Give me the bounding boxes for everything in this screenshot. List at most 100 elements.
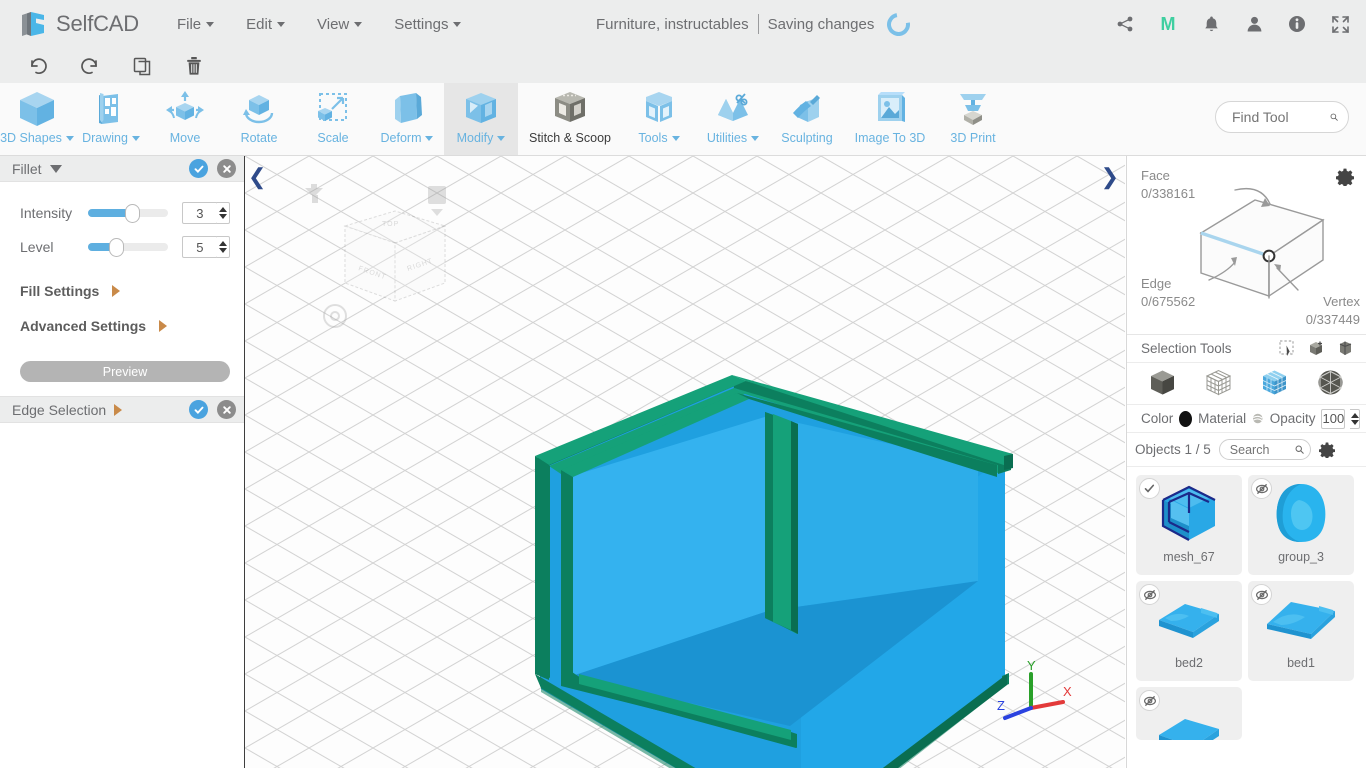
object-name: mesh_67	[1163, 550, 1215, 564]
multi-select-icon[interactable]	[1337, 340, 1354, 357]
3d-viewport[interactable]: TOP FRONT RIGHT ❮ ❯ Y X Z	[245, 156, 1125, 768]
find-tool-input[interactable]	[1232, 109, 1324, 125]
add-select-icon[interactable]	[1308, 340, 1325, 357]
visibility-toggle-hidden-icon[interactable]	[1139, 690, 1160, 711]
copy-button[interactable]	[116, 49, 168, 83]
edge-cancel-button[interactable]	[217, 400, 236, 419]
edge-counter: Edge 0/675562	[1141, 275, 1195, 311]
tool-deform[interactable]: Deform	[370, 83, 444, 155]
chevron-down-icon[interactable]	[49, 164, 62, 173]
opacity-stepper[interactable]	[1350, 408, 1360, 429]
mailchimp-m-icon[interactable]: M	[1158, 13, 1178, 35]
tool-label: 3D Print	[950, 131, 996, 145]
right-panel: Face 0/338161 Edge 0/675562 Vertex 0/337…	[1126, 156, 1366, 768]
tool-rotate[interactable]: Rotate	[222, 83, 296, 155]
rect-select-icon[interactable]	[1279, 340, 1296, 357]
advanced-settings-section[interactable]: Advanced Settings	[20, 318, 230, 334]
vertex-value: 0/337449	[1305, 312, 1360, 327]
object-card-bed2[interactable]: bed2	[1136, 581, 1242, 681]
tool-label: Sculpting	[781, 131, 833, 145]
intensity-stepper[interactable]	[216, 202, 231, 224]
user-icon[interactable]	[1244, 13, 1264, 35]
menu-settings[interactable]: Settings	[380, 10, 475, 39]
color-swatch[interactable]	[1179, 410, 1193, 427]
tool-label: Stitch & Scoop	[529, 131, 611, 145]
opacity-value[interactable]: 100	[1321, 408, 1346, 429]
panel-title: Fillet	[12, 160, 42, 177]
tool-drawing[interactable]: Drawing	[74, 83, 148, 155]
edge-confirm-button[interactable]	[189, 400, 208, 419]
fillet-panel-header: Fillet	[0, 156, 244, 182]
tool-move[interactable]: Move	[148, 83, 222, 155]
selection-tools-row: Selection Tools	[1127, 335, 1366, 363]
fillet-title-group[interactable]: Fillet	[12, 161, 62, 177]
confirm-button[interactable]	[189, 159, 208, 178]
intensity-slider[interactable]	[87, 204, 168, 223]
objects-settings-gear-icon[interactable]	[1318, 442, 1335, 458]
modify-icon	[460, 89, 502, 129]
face-mode-icon[interactable]	[1260, 368, 1289, 400]
tool-tools[interactable]: Tools	[622, 83, 696, 155]
tool-scale[interactable]: Scale	[296, 83, 370, 155]
intensity-label: Intensity	[20, 205, 73, 221]
open-box-model[interactable]	[245, 156, 1125, 768]
wireframe-mode-icon[interactable]	[1204, 368, 1233, 400]
cancel-button[interactable]	[217, 159, 236, 178]
collapse-left-panel-chevron[interactable]: ❮	[248, 164, 266, 190]
tool-stitch-and-scoop[interactable]: Stitch & Scoop	[518, 83, 622, 155]
tool-utilities[interactable]: Utilities	[696, 83, 770, 155]
object-card-partial[interactable]	[1136, 687, 1242, 740]
delete-button[interactable]	[168, 49, 220, 83]
app-logo[interactable]: SelfCAD	[0, 9, 139, 39]
tool-sculpting[interactable]: Sculpting	[770, 83, 844, 155]
tool-3d-shapes[interactable]: 3D Shapes	[0, 83, 74, 155]
expand-right-panel-chevron[interactable]: ❯	[1101, 164, 1119, 190]
menu-edit[interactable]: Edit	[232, 10, 299, 39]
loading-spinner-icon	[882, 7, 915, 41]
edge-selection-title-group[interactable]: Edge Selection	[12, 402, 123, 418]
object-card-group_3[interactable]: group_3	[1248, 475, 1354, 575]
object-mode-icon[interactable]	[1148, 368, 1177, 400]
sculpting-icon	[786, 89, 828, 129]
tool-label: Deform	[380, 131, 422, 145]
undo-button[interactable]	[12, 49, 64, 83]
visibility-toggle-hidden-icon[interactable]	[1251, 478, 1272, 499]
info-icon[interactable]	[1287, 13, 1307, 35]
fullscreen-icon[interactable]	[1330, 13, 1350, 35]
menu-file[interactable]: File	[163, 10, 228, 39]
project-status-area: Furniture, instructables Saving changes	[596, 0, 915, 48]
tool-label: Modify	[456, 131, 494, 145]
visibility-toggle-hidden-icon[interactable]	[1139, 584, 1160, 605]
objects-search-input[interactable]	[1229, 442, 1292, 457]
project-name[interactable]: Furniture, instructables	[596, 16, 749, 33]
chevron-down-icon	[453, 21, 462, 27]
chevron-down-icon	[131, 135, 140, 141]
find-tool-box[interactable]	[1215, 101, 1349, 133]
preview-button[interactable]: Preview	[20, 361, 230, 382]
fill-settings-section[interactable]: Fill Settings	[20, 283, 230, 299]
level-slider[interactable]	[87, 238, 168, 257]
menu-file-label: File	[176, 15, 202, 33]
edge-selection-actions	[189, 400, 236, 419]
axis-label-z: Z	[997, 698, 1005, 713]
tool-image-to-3d[interactable]: Image To 3D	[844, 83, 936, 155]
tool-3d-print[interactable]: 3D Print	[936, 83, 1010, 155]
tool-modify[interactable]: Modify	[444, 83, 518, 155]
object-card-bed1[interactable]: bed1	[1248, 581, 1354, 681]
bell-icon[interactable]	[1201, 13, 1221, 35]
visibility-toggle-hidden-icon[interactable]	[1251, 584, 1272, 605]
vertex-mode-icon[interactable]	[1316, 368, 1345, 400]
edge-selection-header: Edge Selection	[0, 396, 244, 423]
redo-button[interactable]	[64, 49, 116, 83]
edge-value: 0/675562	[1141, 294, 1196, 309]
level-stepper[interactable]	[216, 236, 231, 258]
material-sphere-icon[interactable]	[1252, 410, 1264, 427]
visibility-toggle-checked-icon[interactable]	[1139, 478, 1160, 499]
object-card-mesh_67[interactable]: mesh_67	[1136, 475, 1242, 575]
share-icon[interactable]	[1115, 13, 1135, 35]
menu-view[interactable]: View	[303, 10, 376, 39]
chevron-down-icon	[277, 21, 285, 27]
objects-search-box[interactable]	[1218, 439, 1311, 460]
intensity-value[interactable]: 3	[181, 202, 218, 224]
level-value[interactable]: 5	[181, 236, 218, 258]
